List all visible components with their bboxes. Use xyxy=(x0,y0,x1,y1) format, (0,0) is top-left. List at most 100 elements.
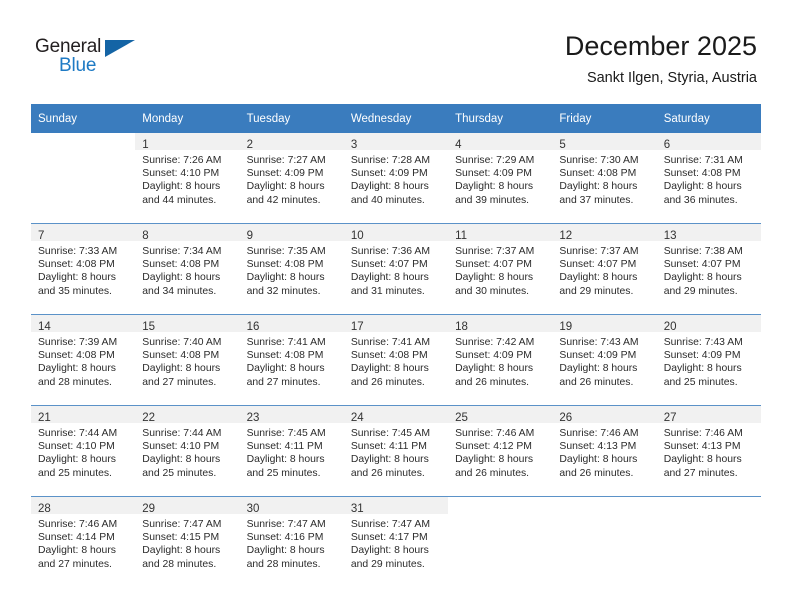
sunset-text: Sunset: 4:13 PM xyxy=(559,441,637,453)
day-cell[interactable]: 10 Sunrise: 7:36 AM Sunset: 4:07 PM Dayl… xyxy=(343,223,449,315)
day-details: Sunrise: 7:37 AM Sunset: 4:07 PM Dayligh… xyxy=(448,241,552,298)
day-details: Sunrise: 7:47 AM Sunset: 4:17 PM Dayligh… xyxy=(344,514,448,571)
day-details: Sunrise: 7:43 AM Sunset: 4:09 PM Dayligh… xyxy=(657,332,761,389)
day-cell[interactable] xyxy=(552,496,657,587)
sunrise-text: Sunrise: 7:29 AM xyxy=(455,155,535,166)
daylight-text-line1: Daylight: 8 hours xyxy=(142,454,221,466)
daylight-text-line1: Daylight: 8 hours xyxy=(559,272,638,284)
daylight-text-line1: Daylight: 8 hours xyxy=(246,545,325,557)
day-cell[interactable]: 30 Sunrise: 7:47 AM Sunset: 4:16 PM Dayl… xyxy=(239,496,344,587)
day-cell[interactable]: 6 Sunrise: 7:31 AM Sunset: 4:08 PM Dayli… xyxy=(656,133,761,224)
sunrise-text: Sunrise: 7:30 AM xyxy=(559,155,639,166)
daylight-text-line1: Daylight: 8 hours xyxy=(142,545,221,557)
day-cell[interactable] xyxy=(656,496,761,587)
day-cell[interactable]: 22 Sunrise: 7:44 AM Sunset: 4:10 PM Dayl… xyxy=(135,405,240,497)
general-blue-logo[interactable]: General Blue xyxy=(35,36,155,82)
day-cell[interactable]: 11 Sunrise: 7:37 AM Sunset: 4:07 PM Dayl… xyxy=(448,223,553,315)
sunset-text: Sunset: 4:07 PM xyxy=(663,259,741,271)
weekday-header-thursday: Thursday xyxy=(448,104,553,133)
daynum-band: 17 xyxy=(343,315,449,333)
sunset-text: Sunset: 4:11 PM xyxy=(246,441,323,453)
day-details: Sunrise: 7:41 AM Sunset: 4:08 PM Dayligh… xyxy=(240,332,344,389)
day-cell[interactable]: 4 Sunrise: 7:29 AM Sunset: 4:09 PM Dayli… xyxy=(448,133,553,224)
daylight-text-line2: and 27 minutes. xyxy=(38,558,112,570)
daynum: 15 xyxy=(142,321,156,333)
day-cell[interactable]: 27 Sunrise: 7:46 AM Sunset: 4:13 PM Dayl… xyxy=(656,405,761,497)
day-cell[interactable]: 28 Sunrise: 7:46 AM Sunset: 4:14 PM Dayl… xyxy=(31,496,136,587)
day-details: Sunrise: 7:46 AM Sunset: 4:13 PM Dayligh… xyxy=(552,423,656,480)
day-cell[interactable]: 24 Sunrise: 7:45 AM Sunset: 4:11 PM Dayl… xyxy=(343,405,449,497)
daynum-band: 12 xyxy=(552,224,657,242)
day-details: Sunrise: 7:37 AM Sunset: 4:07 PM Dayligh… xyxy=(552,241,656,298)
daycell: 28 Sunrise: 7:46 AM Sunset: 4:14 PM Dayl… xyxy=(31,497,136,587)
daylight-text-line1: Daylight: 8 hours xyxy=(455,272,534,284)
day-cell[interactable]: 13 Sunrise: 7:38 AM Sunset: 4:07 PM Dayl… xyxy=(656,223,761,315)
day-cell[interactable]: 16 Sunrise: 7:41 AM Sunset: 4:08 PM Dayl… xyxy=(239,314,344,406)
day-cell[interactable]: 25 Sunrise: 7:46 AM Sunset: 4:12 PM Dayl… xyxy=(448,405,553,497)
day-cell[interactable]: 21 Sunrise: 7:44 AM Sunset: 4:10 PM Dayl… xyxy=(31,405,136,497)
sunrise-text: Sunrise: 7:46 AM xyxy=(38,519,118,530)
day-cell[interactable]: 2 Sunrise: 7:27 AM Sunset: 4:09 PM Dayli… xyxy=(239,133,344,224)
day-cell[interactable]: 18 Sunrise: 7:42 AM Sunset: 4:09 PM Dayl… xyxy=(448,314,553,406)
daynum-band: 10 xyxy=(343,224,449,242)
week-row: 14 Sunrise: 7:39 AM Sunset: 4:08 PM Dayl… xyxy=(31,314,761,406)
daynum: 6 xyxy=(663,139,671,151)
day-details: Sunrise: 7:47 AM Sunset: 4:16 PM Dayligh… xyxy=(240,514,344,571)
daynum-band: 24 xyxy=(343,406,449,424)
day-cell[interactable]: 14 Sunrise: 7:39 AM Sunset: 4:08 PM Dayl… xyxy=(31,314,136,406)
daynum: 26 xyxy=(559,412,573,424)
sunrise-text: Sunrise: 7:31 AM xyxy=(663,155,743,166)
daynum-band: 2 xyxy=(239,133,344,151)
daylight-text-line2: and 26 minutes. xyxy=(455,376,530,388)
daycell: 24 Sunrise: 7:45 AM Sunset: 4:11 PM Dayl… xyxy=(343,406,449,496)
day-details: Sunrise: 7:27 AM Sunset: 4:09 PM Dayligh… xyxy=(240,150,344,207)
weekday-header-tuesday: Tuesday xyxy=(239,104,344,133)
daycell: 22 Sunrise: 7:44 AM Sunset: 4:10 PM Dayl… xyxy=(135,406,240,496)
daynum: 12 xyxy=(559,230,573,242)
daylight-text-line1: Daylight: 8 hours xyxy=(350,181,429,193)
weekday-header-saturday: Saturday xyxy=(656,104,761,133)
day-cell[interactable]: 1 Sunrise: 7:26 AM Sunset: 4:10 PM Dayli… xyxy=(135,133,240,224)
sunset-text: Sunset: 4:08 PM xyxy=(38,350,115,362)
day-cell[interactable]: 15 Sunrise: 7:40 AM Sunset: 4:08 PM Dayl… xyxy=(135,314,240,406)
day-cell[interactable]: 12 Sunrise: 7:37 AM Sunset: 4:07 PM Dayl… xyxy=(552,223,657,315)
day-cell[interactable]: 5 Sunrise: 7:30 AM Sunset: 4:08 PM Dayli… xyxy=(552,133,657,224)
sunrise-text: Sunrise: 7:47 AM xyxy=(142,519,222,530)
daynum: 24 xyxy=(350,412,364,424)
daylight-text-line1: Daylight: 8 hours xyxy=(663,454,742,466)
calendar-body: 1 Sunrise: 7:26 AM Sunset: 4:10 PM Dayli… xyxy=(31,133,761,587)
daylight-text-line1: Daylight: 8 hours xyxy=(455,454,534,466)
day-details: Sunrise: 7:45 AM Sunset: 4:11 PM Dayligh… xyxy=(344,423,448,480)
day-cell[interactable]: 23 Sunrise: 7:45 AM Sunset: 4:11 PM Dayl… xyxy=(239,405,344,497)
day-cell[interactable]: 31 Sunrise: 7:47 AM Sunset: 4:17 PM Dayl… xyxy=(343,496,449,587)
daylight-text-line1: Daylight: 8 hours xyxy=(246,363,325,375)
sunset-text: Sunset: 4:08 PM xyxy=(350,350,428,362)
sunrise-text: Sunrise: 7:47 AM xyxy=(350,519,430,530)
daynum-band: 18 xyxy=(448,315,553,333)
day-cell[interactable]: 29 Sunrise: 7:47 AM Sunset: 4:15 PM Dayl… xyxy=(135,496,240,587)
day-details: Sunrise: 7:47 AM Sunset: 4:15 PM Dayligh… xyxy=(135,514,239,571)
day-cell[interactable]: 26 Sunrise: 7:46 AM Sunset: 4:13 PM Dayl… xyxy=(552,405,657,497)
daycell: 5 Sunrise: 7:30 AM Sunset: 4:08 PM Dayli… xyxy=(552,133,657,223)
day-cell[interactable]: 20 Sunrise: 7:43 AM Sunset: 4:09 PM Dayl… xyxy=(656,314,761,406)
daycell: 29 Sunrise: 7:47 AM Sunset: 4:15 PM Dayl… xyxy=(135,497,240,587)
daynum: 23 xyxy=(246,412,260,424)
day-details: Sunrise: 7:46 AM Sunset: 4:12 PM Dayligh… xyxy=(448,423,552,480)
day-cell[interactable] xyxy=(31,133,136,224)
daylight-text-line1: Daylight: 8 hours xyxy=(38,454,116,466)
day-cell[interactable]: 7 Sunrise: 7:33 AM Sunset: 4:08 PM Dayli… xyxy=(31,223,136,315)
day-cell[interactable]: 9 Sunrise: 7:35 AM Sunset: 4:08 PM Dayli… xyxy=(239,223,344,315)
daynum-band: 20 xyxy=(656,315,761,333)
sunrise-text: Sunrise: 7:35 AM xyxy=(246,246,326,257)
day-cell[interactable]: 8 Sunrise: 7:34 AM Sunset: 4:08 PM Dayli… xyxy=(135,223,240,315)
daylight-text-line2: and 27 minutes. xyxy=(142,376,217,388)
day-cell[interactable] xyxy=(448,496,553,587)
daynum: 3 xyxy=(350,139,358,151)
sunset-text: Sunset: 4:08 PM xyxy=(246,259,324,271)
day-cell[interactable]: 17 Sunrise: 7:41 AM Sunset: 4:08 PM Dayl… xyxy=(343,314,449,406)
day-cell[interactable]: 19 Sunrise: 7:43 AM Sunset: 4:09 PM Dayl… xyxy=(552,314,657,406)
day-cell[interactable]: 3 Sunrise: 7:28 AM Sunset: 4:09 PM Dayli… xyxy=(343,133,449,224)
daylight-text-line2: and 35 minutes. xyxy=(38,285,112,297)
daycell: 18 Sunrise: 7:42 AM Sunset: 4:09 PM Dayl… xyxy=(448,315,553,405)
page-header: General Blue December 2025 Sankt Ilgen, … xyxy=(0,0,792,100)
